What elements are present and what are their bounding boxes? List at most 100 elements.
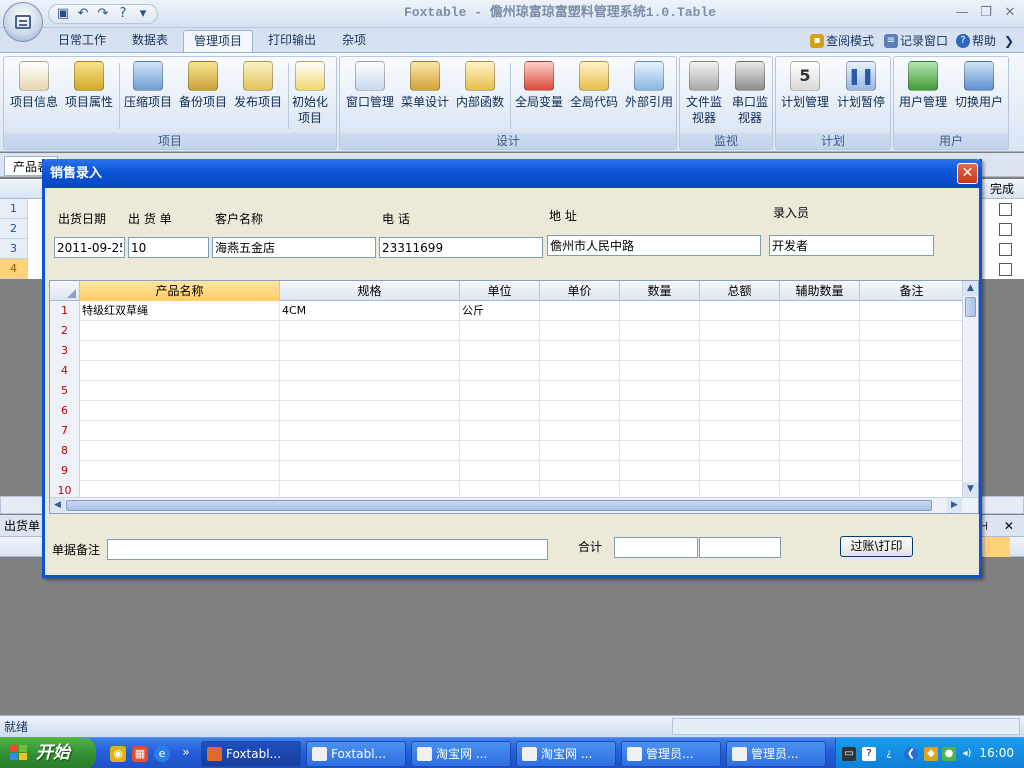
row-number[interactable]: 2	[50, 321, 80, 341]
publish-project-button[interactable]: 发布项目	[231, 59, 285, 133]
clock[interactable]: 16:00	[979, 738, 1014, 768]
cell-product-name[interactable]	[80, 341, 280, 361]
tab-daily-work[interactable]: 日常工作	[48, 30, 116, 52]
cell-total[interactable]	[700, 341, 780, 361]
taskbar-item[interactable]: 管理员...	[621, 741, 721, 767]
close-window-button[interactable]: ✕	[999, 4, 1021, 22]
done-checkbox[interactable]	[999, 243, 1012, 256]
backup-project-button[interactable]: 备份项目	[176, 59, 230, 133]
column-done[interactable]: 完成	[984, 181, 1020, 197]
help-link[interactable]: ? 帮助	[956, 32, 996, 50]
row-number[interactable]: 1	[50, 301, 80, 321]
cell-quantity[interactable]	[620, 341, 700, 361]
cell-spec[interactable]	[280, 461, 460, 481]
cell-product-name[interactable]	[80, 381, 280, 401]
cell-total[interactable]	[700, 401, 780, 421]
post-print-button[interactable]: 过账\打印	[840, 536, 913, 557]
cell-aux-quantity[interactable]	[780, 341, 860, 361]
remark-input[interactable]	[107, 539, 548, 560]
cell-total[interactable]	[700, 381, 780, 401]
taskbar-item[interactable]: Foxtabl...	[306, 741, 406, 767]
cell-remark[interactable]	[860, 301, 964, 321]
cell-aux-quantity[interactable]	[780, 421, 860, 441]
record-window-link[interactable]: ≡ 记录窗口	[884, 32, 948, 50]
column-quantity[interactable]: 数量	[620, 281, 700, 301]
ribbon-scroll-right-icon[interactable]: ❯	[1004, 32, 1014, 50]
row-number[interactable]: 8	[50, 441, 80, 461]
cell-unit[interactable]	[460, 321, 540, 341]
row-number[interactable]: 4	[0, 259, 28, 279]
cell-remark[interactable]	[860, 381, 964, 401]
cell-unit-price[interactable]	[540, 301, 620, 321]
cell-remark[interactable]	[860, 341, 964, 361]
cell-unit-price[interactable]	[540, 341, 620, 361]
cell-unit[interactable]	[460, 361, 540, 381]
plan-pause-button[interactable]: ❚❚ 计划暂停	[834, 59, 888, 133]
tab-print-output[interactable]: 打印输出	[258, 30, 326, 52]
dialog-close-button[interactable]: ✕	[957, 163, 978, 184]
cell-unit-price[interactable]	[540, 421, 620, 441]
cell-spec[interactable]	[280, 381, 460, 401]
cell-aux-quantity[interactable]	[780, 401, 860, 421]
global-variables-button[interactable]: 全局变量	[512, 59, 566, 133]
cell-remark[interactable]	[860, 421, 964, 441]
cell-total[interactable]	[700, 361, 780, 381]
cell-unit-price[interactable]	[540, 321, 620, 341]
ie-icon[interactable]: e	[154, 746, 170, 762]
shield-icon[interactable]: ◆	[924, 747, 938, 761]
grid-horizontal-scrollbar[interactable]: ◀ ▶	[50, 497, 978, 513]
cell-remark[interactable]	[860, 461, 964, 481]
cell-product-name[interactable]	[80, 401, 280, 421]
taskbar-item[interactable]: 淘宝网 ...	[516, 741, 616, 767]
cell-unit-price[interactable]	[540, 441, 620, 461]
language-icon[interactable]: ¿	[882, 747, 896, 761]
read-mode-link[interactable]: ▪ 查阅模式	[810, 32, 874, 50]
cell-quantity[interactable]	[620, 321, 700, 341]
row-number[interactable]: 1	[0, 199, 28, 219]
column-unit[interactable]: 单位	[460, 281, 540, 301]
keyboard-icon[interactable]: ▭	[842, 747, 856, 761]
help-icon[interactable]: ?	[115, 6, 131, 22]
quick-launch-icon[interactable]: ◉	[110, 746, 126, 762]
tab-manage-project[interactable]: 管理项目	[183, 30, 254, 52]
column-aux-quantity[interactable]: 辅助数量	[780, 281, 860, 301]
cell-spec[interactable]	[280, 441, 460, 461]
cell-unit-price[interactable]	[540, 461, 620, 481]
cell-unit[interactable]: 公斤	[460, 301, 540, 321]
cell-total[interactable]	[700, 441, 780, 461]
cell-quantity[interactable]	[620, 441, 700, 461]
scroll-right-icon[interactable]: ▶	[947, 498, 962, 513]
quick-launch-icon[interactable]: ▦	[132, 746, 148, 762]
plan-manage-button[interactable]: 5 计划管理	[778, 59, 832, 133]
phone-input[interactable]	[379, 237, 543, 258]
dialog-title-bar[interactable]: 销售录入 ✕	[42, 159, 982, 188]
cell-quantity[interactable]	[620, 301, 700, 321]
cell-spec[interactable]	[280, 341, 460, 361]
quick-launch-chevron-icon[interactable]: »	[178, 744, 194, 760]
cell-spec[interactable]	[280, 321, 460, 341]
total-amount-input[interactable]	[614, 537, 698, 558]
customize-qat-dropdown-icon[interactable]: ▾	[135, 6, 151, 22]
save-icon[interactable]: ▣	[55, 6, 71, 22]
column-unit-price[interactable]: 单价	[540, 281, 620, 301]
row-number[interactable]: 9	[50, 461, 80, 481]
cell-spec[interactable]	[280, 401, 460, 421]
cell-unit[interactable]	[460, 421, 540, 441]
taskbar-item[interactable]: Foxtabl...	[201, 741, 301, 767]
tab-data-table[interactable]: 数据表	[122, 30, 178, 52]
redo-icon[interactable]: ↷	[95, 6, 111, 22]
row-number[interactable]: 2	[0, 219, 28, 239]
internal-functions-button[interactable]: 内部函数	[453, 59, 507, 133]
cell-unit[interactable]	[460, 441, 540, 461]
application-menu-button[interactable]	[3, 2, 43, 42]
cell-product-name[interactable]	[80, 361, 280, 381]
compress-project-button[interactable]: 压缩项目	[121, 59, 175, 133]
row-number[interactable]: 5	[50, 381, 80, 401]
cell-remark[interactable]	[860, 361, 964, 381]
taskbar-item[interactable]: 淘宝网 ...	[411, 741, 511, 767]
restore-button[interactable]: ❐	[975, 4, 997, 22]
project-properties-button[interactable]: 项目属性	[62, 59, 116, 133]
customer-name-input[interactable]	[212, 237, 376, 258]
done-checkbox[interactable]	[999, 263, 1012, 276]
initialize-project-button[interactable]: 初始化项目	[284, 59, 336, 133]
